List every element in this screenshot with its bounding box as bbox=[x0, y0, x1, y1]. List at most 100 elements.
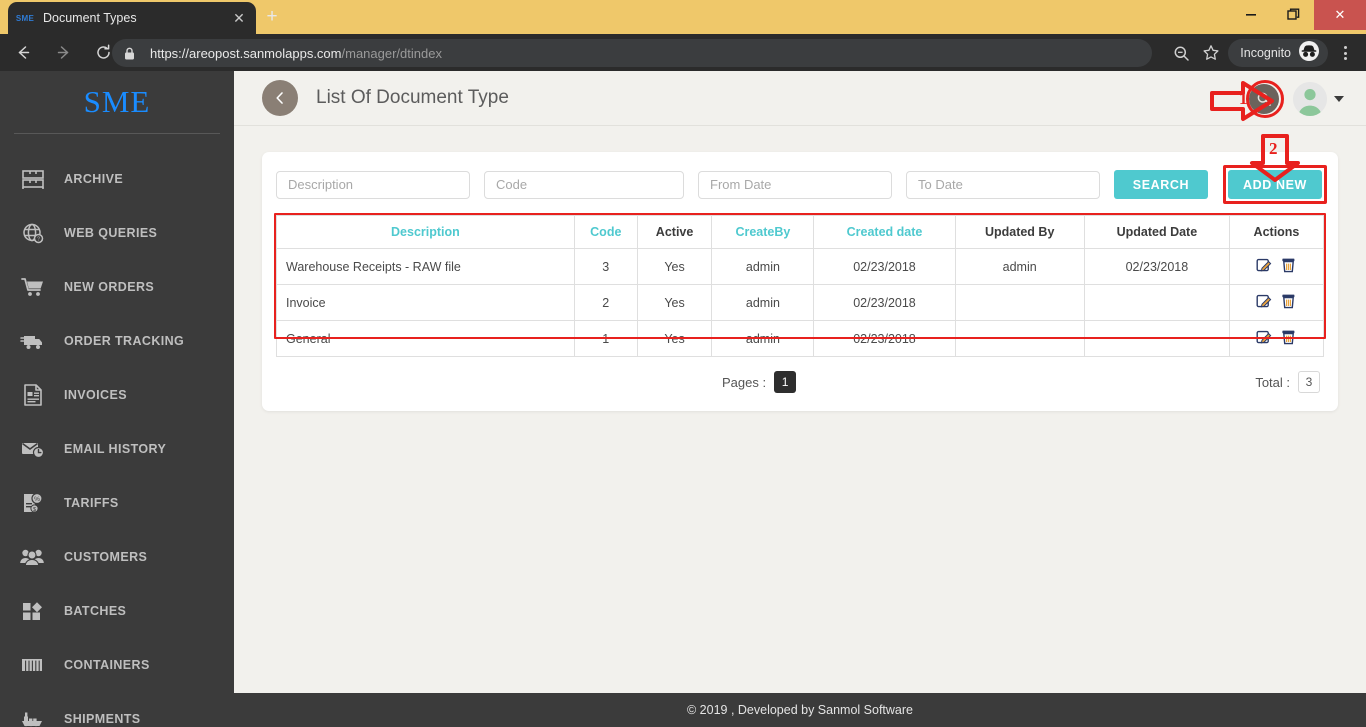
new-tab-button[interactable]: + bbox=[258, 5, 286, 31]
header-search-button[interactable] bbox=[1249, 83, 1279, 114]
column-header-created-date[interactable]: Created date bbox=[813, 215, 956, 249]
header-actions bbox=[1249, 71, 1344, 126]
tab-close-icon[interactable]: ✕ bbox=[230, 9, 248, 27]
table-zone: Description Code Active CreateBy Created… bbox=[274, 213, 1326, 357]
sidebar-item-tariffs[interactable]: % $ TARIFFS bbox=[0, 476, 234, 530]
back-button[interactable] bbox=[262, 80, 298, 116]
trash-icon[interactable] bbox=[1281, 257, 1296, 276]
application-viewport: SME ARCHIVE ? WEB QUERIES NEW ORDERS ORD… bbox=[0, 71, 1366, 727]
browser-forward-icon[interactable] bbox=[46, 38, 80, 68]
sidebar-item-order-tracking[interactable]: ORDER TRACKING bbox=[0, 314, 234, 368]
batches-blocks-icon bbox=[18, 597, 48, 625]
column-header-updated-by: Updated By bbox=[954, 215, 1085, 249]
window-maximize-button[interactable] bbox=[1272, 0, 1314, 28]
cell-actions bbox=[1228, 320, 1325, 357]
window-controls: ✕ bbox=[1230, 0, 1366, 34]
add-new-button[interactable]: ADD NEW bbox=[1228, 170, 1322, 199]
sidebar-item-email-history[interactable]: EMAIL HISTORY bbox=[0, 422, 234, 476]
sidebar-item-web-queries[interactable]: ? WEB QUERIES bbox=[0, 206, 234, 260]
brand-logo[interactable]: SME bbox=[0, 71, 234, 133]
table-row[interactable]: Warehouse Receipts - RAW file 3 Yes admi… bbox=[276, 248, 1325, 285]
cell-description: General bbox=[276, 320, 575, 357]
three-dot-menu-icon[interactable] bbox=[1332, 46, 1358, 60]
svg-text:?: ? bbox=[37, 236, 40, 242]
address-bar[interactable]: https://areopost.sanmolapps.com/manager/… bbox=[112, 39, 1152, 67]
column-header-createby[interactable]: CreateBy bbox=[711, 215, 815, 249]
bookmark-star-icon[interactable] bbox=[1196, 39, 1226, 67]
incognito-label: Incognito bbox=[1240, 46, 1291, 60]
sidebar-item-invoices[interactable]: INVOICES bbox=[0, 368, 234, 422]
table-row[interactable]: Invoice 2 Yes admin 02/23/2018 bbox=[276, 284, 1325, 321]
to-date-filter-input[interactable] bbox=[906, 170, 1100, 199]
cell-created-date: 02/23/2018 bbox=[813, 248, 956, 285]
edit-pencil-icon[interactable] bbox=[1256, 257, 1272, 276]
search-button[interactable]: SEARCH bbox=[1114, 170, 1208, 199]
email-clock-icon bbox=[18, 435, 48, 463]
sidebar-item-new-orders[interactable]: NEW ORDERS bbox=[0, 260, 234, 314]
cell-createby: admin bbox=[711, 284, 815, 321]
browser-toolbar: https://areopost.sanmolapps.com/manager/… bbox=[0, 34, 1366, 71]
table-row[interactable]: General 1 Yes admin 02/23/2018 bbox=[276, 320, 1325, 357]
user-avatar-icon bbox=[1293, 81, 1327, 116]
chevron-down-icon bbox=[1334, 95, 1344, 102]
incognito-hat-icon bbox=[1298, 40, 1320, 67]
sidebar-item-shipments[interactable]: SHIPMENTS bbox=[0, 692, 234, 727]
cell-code: 2 bbox=[573, 284, 638, 321]
main-content: List Of Document Type Description Code F… bbox=[234, 71, 1366, 727]
sidebar-divider bbox=[14, 133, 220, 134]
column-header-code[interactable]: Code bbox=[573, 215, 638, 249]
column-header-description[interactable]: Description bbox=[276, 215, 575, 249]
from-date-filter-input[interactable] bbox=[698, 170, 892, 199]
page-number-badge[interactable]: 1 bbox=[774, 371, 797, 393]
sidebar-item-label: EMAIL HISTORY bbox=[64, 442, 167, 456]
sidebar-item-containers[interactable]: CONTAINERS bbox=[0, 638, 234, 692]
description-filter-input[interactable] bbox=[276, 170, 470, 199]
sidebar-item-label: BATCHES bbox=[64, 604, 127, 618]
cell-createby: admin bbox=[711, 248, 815, 285]
cell-description: Warehouse Receipts - RAW file bbox=[276, 248, 575, 285]
column-header-updated-date: Updated Date bbox=[1083, 215, 1230, 249]
code-filter-input[interactable] bbox=[484, 170, 684, 199]
toolbar-right-actions: Incognito bbox=[1166, 39, 1358, 67]
browser-tab[interactable]: SME Document Types ✕ bbox=[8, 2, 256, 34]
zoom-search-icon[interactable] bbox=[1166, 39, 1196, 67]
sidebar-item-customers[interactable]: CUSTOMERS bbox=[0, 530, 234, 584]
pages-indicator: Pages : 1 bbox=[722, 371, 797, 393]
cell-code: 3 bbox=[573, 248, 638, 285]
edit-pencil-icon[interactable] bbox=[1256, 293, 1272, 312]
sidebar-item-label: NEW ORDERS bbox=[64, 280, 155, 294]
sidebar-item-label: ORDER TRACKING bbox=[64, 334, 185, 348]
trash-icon[interactable] bbox=[1281, 293, 1296, 312]
sidebar-item-archive[interactable]: ARCHIVE bbox=[0, 152, 234, 206]
cell-updated-by: admin bbox=[954, 248, 1085, 285]
tab-favicon-icon: SME bbox=[15, 13, 35, 23]
archive-shelf-icon bbox=[18, 165, 48, 193]
total-count-badge: 3 bbox=[1298, 371, 1320, 393]
window-minimize-button[interactable] bbox=[1230, 0, 1272, 28]
cell-description: Invoice bbox=[276, 284, 575, 321]
trash-icon[interactable] bbox=[1281, 329, 1296, 348]
document-type-table: Description Code Active CreateBy Created… bbox=[276, 215, 1325, 357]
edit-pencil-icon[interactable] bbox=[1256, 329, 1272, 348]
page-header: List Of Document Type bbox=[234, 71, 1366, 126]
chevron-left-icon bbox=[276, 92, 283, 104]
add-new-wrapper: ADD NEW bbox=[1223, 165, 1327, 204]
browser-back-icon[interactable] bbox=[6, 38, 40, 68]
avatar bbox=[1293, 81, 1327, 116]
address-bar-url: https://areopost.sanmolapps.com/manager/… bbox=[150, 45, 442, 61]
page-title: List Of Document Type bbox=[316, 87, 509, 108]
table-header-row: Description Code Active CreateBy Created… bbox=[276, 215, 1325, 249]
user-menu[interactable] bbox=[1293, 81, 1344, 116]
sidebar-item-label: ARCHIVE bbox=[64, 172, 124, 186]
sidebar-item-batches[interactable]: BATCHES bbox=[0, 584, 234, 638]
pagination-bar: Pages : 1 Total : 3 bbox=[276, 357, 1324, 399]
cell-created-date: 02/23/2018 bbox=[813, 320, 956, 357]
incognito-indicator[interactable]: Incognito bbox=[1228, 39, 1328, 67]
tariff-percent-icon: % $ bbox=[18, 489, 48, 517]
delivery-truck-icon bbox=[18, 327, 48, 355]
cell-created-date: 02/23/2018 bbox=[813, 284, 956, 321]
cell-active: Yes bbox=[636, 284, 713, 321]
cell-actions bbox=[1228, 284, 1325, 321]
window-close-button[interactable]: ✕ bbox=[1314, 0, 1366, 30]
shopping-cart-icon bbox=[18, 273, 48, 301]
